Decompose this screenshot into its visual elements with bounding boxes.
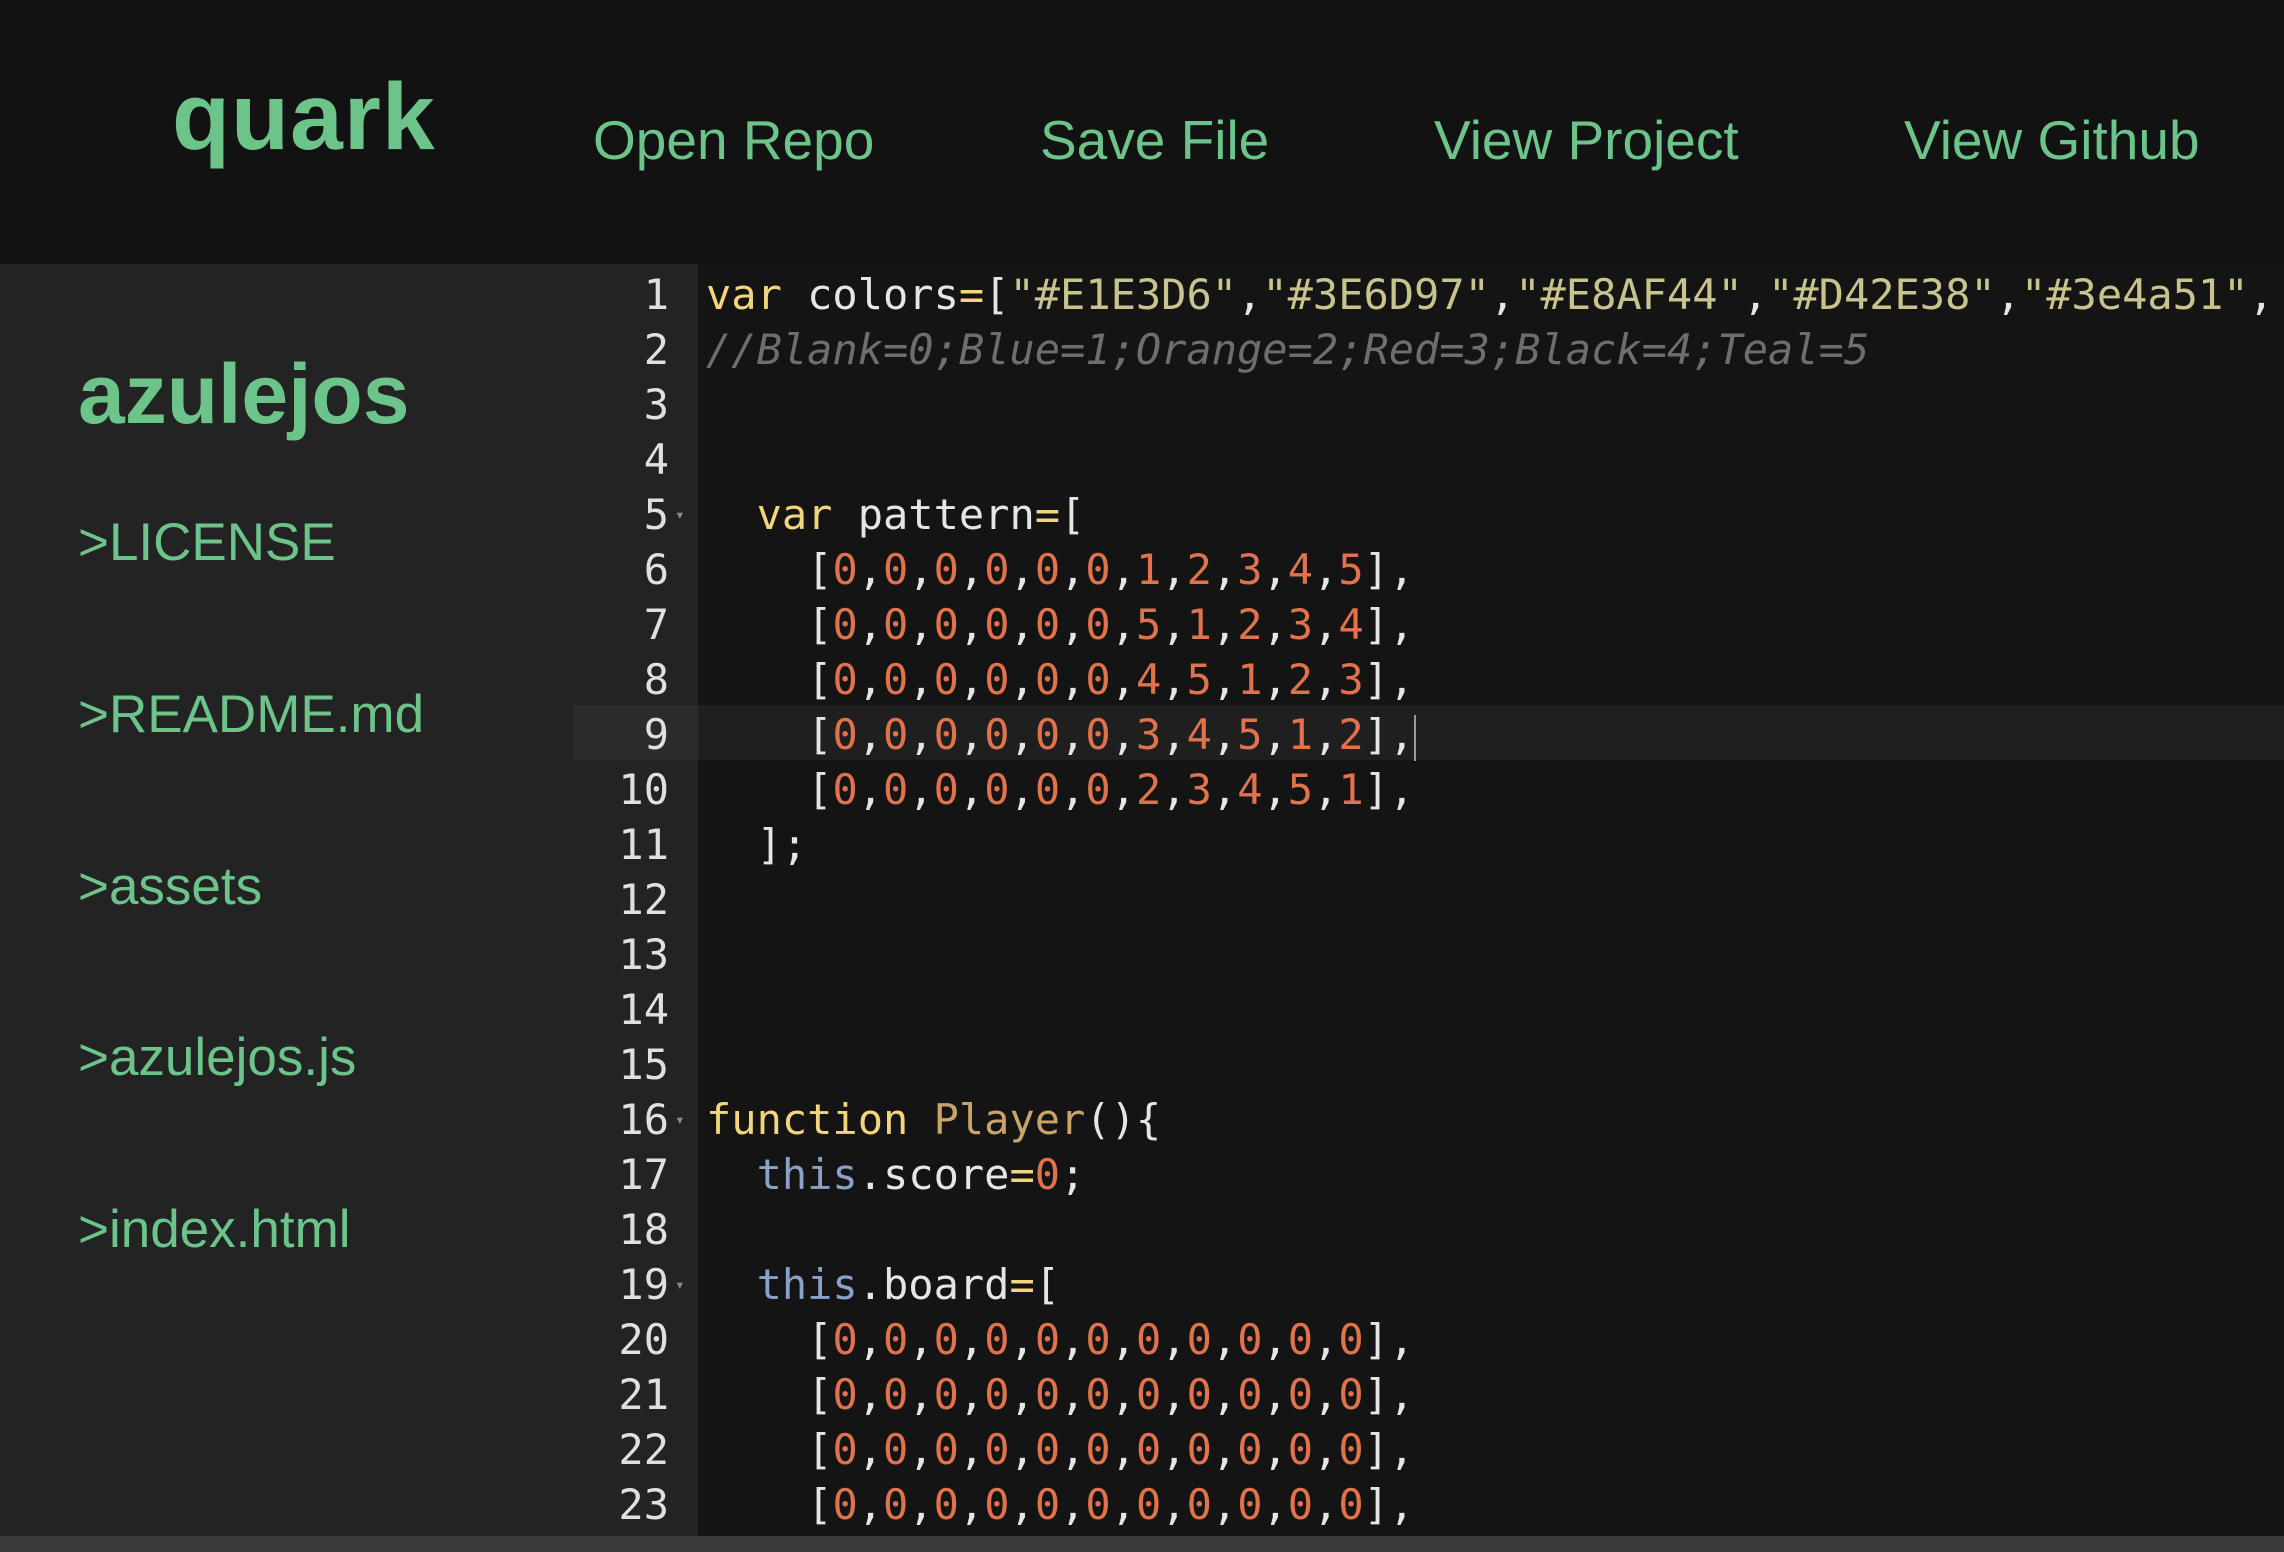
code-line[interactable]: 18	[573, 1202, 2284, 1257]
code-text: [0,0,0,0,0,0,2,3,4,5,1],	[706, 765, 1415, 814]
code-line[interactable]: 22 [0,0,0,0,0,0,0,0,0,0,0],	[573, 1422, 2284, 1477]
code-line[interactable]: 9 [0,0,0,0,0,0,3,4,5,1,2],	[573, 707, 2284, 762]
code-line[interactable]: 16 ▾ function Player(){	[573, 1092, 2284, 1147]
horizontal-scrollbar[interactable]	[0, 1536, 2284, 1552]
line-number: 2	[643, 325, 669, 374]
code-text: [0,0,0,0,0,0,1,2,3,4,5],	[706, 545, 1415, 594]
code-line[interactable]: 4	[573, 432, 2284, 487]
code-line[interactable]: 1 var colors=["#E1E3D6","#3E6D97","#E8AF4…	[573, 267, 2284, 322]
code-line[interactable]: 10 [0,0,0,0,0,0,2,3,4,5,1],	[573, 762, 2284, 817]
line-number: 21	[618, 1370, 669, 1419]
code-line[interactable]: 14	[573, 982, 2284, 1037]
fold-arrow-icon[interactable]: ▾	[675, 1257, 685, 1312]
line-number: 16	[618, 1095, 669, 1144]
code-line[interactable]: 19 ▾ this.board=[	[573, 1257, 2284, 1312]
code-line[interactable]: 13	[573, 927, 2284, 982]
code-line[interactable]: 2 //Blank=0;Blue=1;Orange=2;Red=3;Black=4…	[573, 322, 2284, 377]
line-number: 22	[618, 1425, 669, 1474]
file-item-index-html[interactable]: >index.html	[78, 1203, 351, 1256]
code-text: var pattern=[	[756, 490, 1086, 539]
line-number: 18	[618, 1205, 669, 1254]
app-brand[interactable]: quark	[172, 70, 436, 165]
line-number: 17	[618, 1150, 669, 1199]
fold-arrow-icon[interactable]: ▾	[675, 487, 685, 542]
code-text: this.score=0;	[756, 1150, 1086, 1199]
code-text: [0,0,0,0,0,0,3,4,5,1,2],	[706, 710, 1417, 761]
code-line[interactable]: 8 [0,0,0,0,0,0,4,5,1,2,3],	[573, 652, 2284, 707]
line-number: 4	[643, 435, 669, 484]
line-number: 5	[643, 490, 669, 539]
code-line[interactable]: 7 [0,0,0,0,0,0,5,1,2,3,4],	[573, 597, 2284, 652]
code-line[interactable]: 15	[573, 1037, 2284, 1092]
code-line[interactable]: 23 [0,0,0,0,0,0,0,0,0,0,0],	[573, 1477, 2284, 1532]
line-number: 6	[643, 545, 669, 594]
code-line[interactable]: 6 [0,0,0,0,0,0,1,2,3,4,5],	[573, 542, 2284, 597]
line-number: 13	[618, 930, 669, 979]
file-item-license[interactable]: >LICENSE	[78, 516, 336, 569]
code-editor[interactable]: 1 var colors=["#E1E3D6","#3E6D97","#E8AF4…	[573, 264, 2284, 1536]
line-number: 11	[618, 820, 669, 869]
code-line[interactable]: 20 [0,0,0,0,0,0,0,0,0,0,0],	[573, 1312, 2284, 1367]
line-number: 19	[618, 1260, 669, 1309]
line-number: 15	[618, 1040, 669, 1089]
text-cursor	[1414, 714, 1417, 761]
code-text: [0,0,0,0,0,0,0,0,0,0,0],	[706, 1315, 1415, 1364]
code-line[interactable]: 5 ▾ var pattern=[	[573, 487, 2284, 542]
file-item-azulejos-js[interactable]: >azulejos.js	[78, 1031, 356, 1084]
file-sidebar: azulejos >LICENSE >README.md >assets >az…	[0, 264, 573, 1536]
line-number: 20	[618, 1315, 669, 1364]
line-number: 12	[618, 875, 669, 924]
save-file-link[interactable]: Save File	[1040, 113, 1269, 168]
code-text: //Blank=0;Blue=1;Orange=2;Red=3;Black=4;…	[706, 325, 1870, 374]
file-item-readme[interactable]: >README.md	[78, 688, 424, 741]
repo-title: azulejos	[78, 347, 410, 441]
code-text: ];	[706, 820, 808, 869]
line-number: 23	[618, 1480, 669, 1529]
code-line[interactable]: 21 [0,0,0,0,0,0,0,0,0,0,0],	[573, 1367, 2284, 1422]
line-number: 3	[643, 380, 669, 429]
code-line[interactable]: 11 ];	[573, 817, 2284, 872]
fold-arrow-icon[interactable]: ▾	[675, 1092, 685, 1147]
code-line[interactable]: 3	[573, 377, 2284, 432]
line-number: 8	[643, 655, 669, 704]
code-text: [0,0,0,0,0,0,0,0,0,0,0],	[706, 1480, 1415, 1529]
code-text: var colors=["#E1E3D6","#3E6D97","#E8AF44…	[706, 270, 2274, 319]
line-number: 1	[643, 270, 669, 319]
code-text: this.board=[	[756, 1260, 1061, 1309]
code-line[interactable]: 17 this.score=0;	[573, 1147, 2284, 1202]
line-number: 7	[643, 600, 669, 649]
code-text: [0,0,0,0,0,0,5,1,2,3,4],	[706, 600, 1415, 649]
line-number: 9	[643, 710, 669, 759]
code-line[interactable]: 12	[573, 872, 2284, 927]
view-github-link[interactable]: View Github	[1904, 113, 2200, 168]
code-text: function Player(){	[706, 1095, 1162, 1144]
code-text: [0,0,0,0,0,0,0,0,0,0,0],	[706, 1370, 1415, 1419]
line-number: 14	[618, 985, 669, 1034]
open-repo-link[interactable]: Open Repo	[593, 113, 874, 168]
view-project-link[interactable]: View Project	[1434, 113, 1739, 168]
top-navbar: quark Open Repo Save File View Project V…	[0, 0, 2284, 264]
code-text: [0,0,0,0,0,0,0,0,0,0,0],	[706, 1425, 1415, 1474]
line-number: 10	[618, 765, 669, 814]
code-text: [0,0,0,0,0,0,4,5,1,2,3],	[706, 655, 1415, 704]
file-item-assets[interactable]: >assets	[78, 860, 262, 913]
